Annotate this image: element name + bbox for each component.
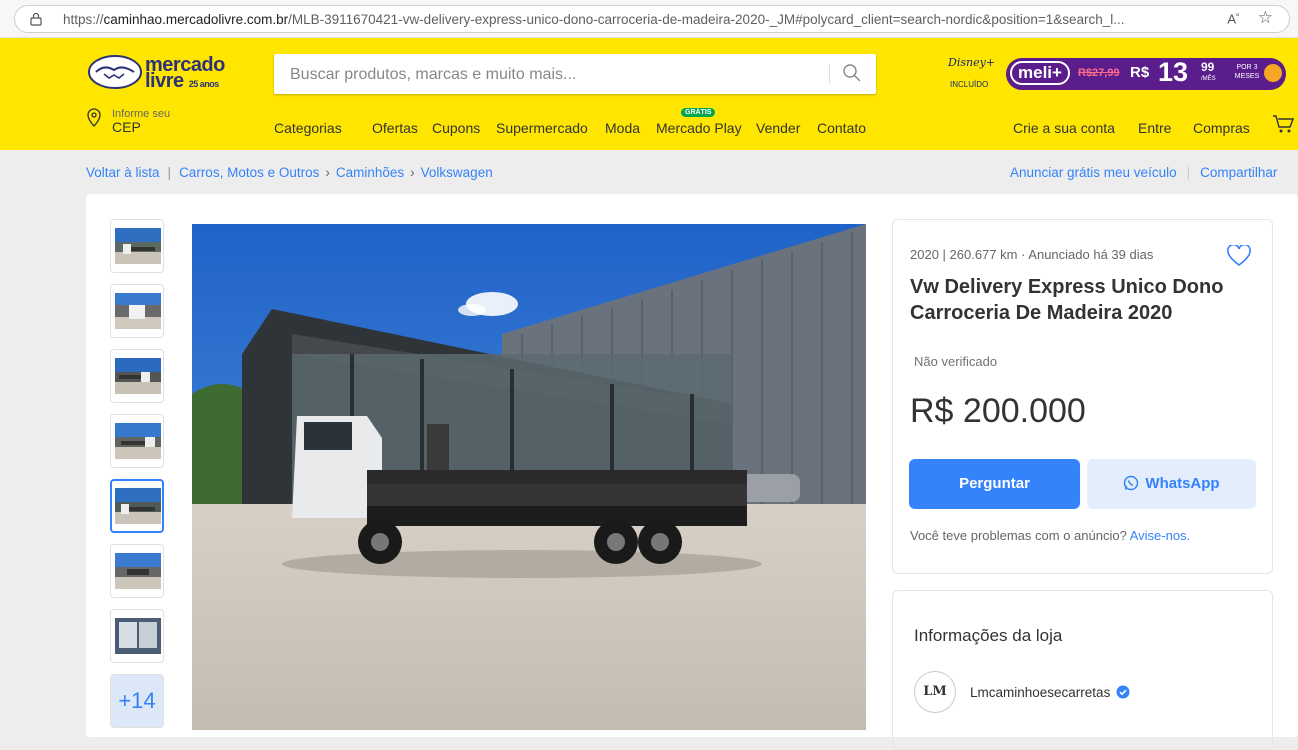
listing-title: Vw Delivery Express Unico Dono Carroceri… bbox=[910, 276, 1224, 324]
truck-thumbnail-image bbox=[115, 358, 161, 394]
main-product-image[interactable] bbox=[192, 224, 866, 730]
nav-moda[interactable]: Moda bbox=[605, 120, 640, 136]
login-link[interactable]: Entre bbox=[1138, 120, 1171, 136]
breadcrumb-item[interactable]: Caminhões bbox=[336, 165, 404, 180]
whatsapp-icon bbox=[1124, 475, 1139, 491]
breadcrumb-separator: | bbox=[167, 165, 172, 180]
mercado-livre-logo[interactable]: mercado livre 25 anos bbox=[88, 54, 228, 92]
whatsapp-label: WhatsApp bbox=[1145, 475, 1220, 492]
gallery-thumbnail[interactable] bbox=[110, 284, 164, 338]
coin-icon bbox=[1264, 64, 1282, 82]
promo-old-price: R$27,99 bbox=[1078, 67, 1120, 79]
report-problem-text: Você teve problemas com o anúncio? Avise… bbox=[910, 528, 1190, 543]
disney-included-label: INCLUÍDO bbox=[950, 80, 989, 89]
product-card: +14 2020 | 260.677 km · Anunciado há 39 … bbox=[86, 194, 1298, 750]
listing-price: R$ 200.000 bbox=[910, 392, 1086, 430]
listing-subtitle: 2020 | 260.677 km · Anunciado há 39 dias bbox=[910, 247, 1154, 262]
nav-contato[interactable]: Contato bbox=[817, 120, 866, 136]
chevron-down-icon: ⌵ bbox=[277, 120, 285, 131]
breadcrumb-actions: Anunciar grátis meu veículo | Compartilhar bbox=[1010, 165, 1277, 180]
gallery-thumbnail[interactable] bbox=[110, 219, 164, 273]
store-info-heading: Informações da loja bbox=[914, 626, 1063, 645]
promo-price-cents: 99 bbox=[1201, 60, 1215, 74]
gallery-thumbnail[interactable] bbox=[110, 414, 164, 468]
verification-status: Não verificado bbox=[914, 354, 998, 369]
handshake-logo-icon bbox=[88, 55, 142, 89]
purchases-link[interactable]: Compras bbox=[1193, 120, 1250, 136]
cart-icon[interactable] bbox=[1272, 114, 1294, 134]
create-account-link[interactable]: Crie a sua conta bbox=[1013, 120, 1115, 136]
promo-price: 13 bbox=[1158, 57, 1189, 87]
nav-ofertas[interactable]: Ofertas bbox=[372, 120, 418, 136]
promo-per-month: /MÊS bbox=[1201, 76, 1216, 82]
breadcrumb: Voltar à lista | Carros, Motos e Outros › Ca… bbox=[86, 165, 493, 180]
read-aloud-icon[interactable]: Aᵃ bbox=[1227, 11, 1239, 26]
search-bar bbox=[274, 54, 876, 94]
breadcrumb-chevron-icon: › bbox=[325, 165, 330, 180]
verified-badge-icon bbox=[1116, 685, 1130, 699]
location-pin-icon bbox=[87, 108, 101, 127]
promo-period: POR 3 MESES bbox=[1234, 64, 1260, 80]
disney-plus-logo[interactable]: Disney+ INCLUÍDO bbox=[944, 52, 1000, 94]
truck-thumbnail-image bbox=[115, 553, 161, 589]
breadcrumb-item[interactable]: Carros, Motos e Outros bbox=[179, 165, 319, 180]
nav-cupons[interactable]: Cupons bbox=[432, 120, 480, 136]
favorite-star-icon[interactable]: ☆ bbox=[1258, 8, 1273, 28]
truck-thumbnail-image bbox=[115, 618, 161, 654]
cep-location-button[interactable]: Informe seu CEP bbox=[86, 108, 206, 138]
gallery-thumbnail[interactable] bbox=[110, 349, 164, 403]
gallery-thumbnail[interactable] bbox=[110, 544, 164, 598]
meli-plus-promo-banner[interactable]: meli+ R$27,99 R$ 13 99 /MÊS POR 3 MESES bbox=[1006, 57, 1286, 90]
breadcrumb-item[interactable]: Volkswagen bbox=[421, 165, 493, 180]
search-icon[interactable] bbox=[842, 63, 862, 83]
report-problem-label: Você teve problemas com o anúncio? bbox=[910, 528, 1127, 543]
store-info-box: Informações da loja LM Lmcaminhoesecarre… bbox=[892, 590, 1273, 750]
search-divider bbox=[829, 64, 830, 84]
store-name: Lmcaminhoesecarretas bbox=[970, 685, 1111, 700]
disney-label: Disney+ bbox=[948, 56, 996, 69]
breadcrumb-separator: | bbox=[1186, 165, 1191, 180]
truck-thumbnail-image bbox=[115, 488, 161, 524]
gallery-thumbnail[interactable] bbox=[110, 609, 164, 663]
url-text: https://caminhao.mercadolivre.com.br/MLB… bbox=[63, 12, 1125, 27]
ask-question-button[interactable]: Perguntar bbox=[909, 459, 1080, 509]
site-header: mercado livre 25 anos Disney+ INCLUÍDO m… bbox=[0, 38, 1298, 150]
gallery-more-thumbnail[interactable]: +14 bbox=[110, 674, 164, 728]
sell-vehicle-link[interactable]: Anunciar grátis meu veículo bbox=[1010, 165, 1177, 180]
browser-address-bar: https://caminhao.mercadolivre.com.br/MLB… bbox=[0, 0, 1298, 38]
truck-thumbnail-image bbox=[115, 228, 161, 264]
nav-mercado-play[interactable]: Mercado Play bbox=[656, 120, 742, 136]
favorite-heart-icon[interactable] bbox=[1227, 245, 1251, 267]
meli-plus-badge: meli+ bbox=[1010, 61, 1070, 85]
promo-currency: R$ bbox=[1130, 64, 1150, 81]
store-avatar[interactable]: LM bbox=[914, 671, 956, 713]
report-problem-link[interactable]: Avise-nos. bbox=[1130, 528, 1190, 543]
gallery-thumbnail-active[interactable] bbox=[110, 479, 164, 533]
site-info-icon[interactable] bbox=[29, 12, 43, 26]
share-link[interactable]: Compartilhar bbox=[1200, 165, 1277, 180]
whatsapp-button[interactable]: WhatsApp bbox=[1087, 459, 1256, 509]
search-input[interactable] bbox=[288, 63, 812, 87]
store-name-link[interactable]: Lmcaminhoesecarretas bbox=[970, 685, 1130, 700]
back-to-list-link[interactable]: Voltar à lista bbox=[86, 165, 160, 180]
gratis-badge: GRÁTIS bbox=[681, 108, 716, 117]
truck-thumbnail-image bbox=[115, 423, 161, 459]
more-photos-count: +14 bbox=[111, 675, 163, 727]
breadcrumb-chevron-icon: › bbox=[410, 165, 415, 180]
url-field[interactable]: https://caminhao.mercadolivre.com.br/MLB… bbox=[14, 5, 1290, 33]
buy-box: 2020 | 260.677 km · Anunciado há 39 dias… bbox=[892, 219, 1273, 574]
cep-value: CEP bbox=[112, 119, 141, 135]
truck-thumbnail-image bbox=[115, 293, 161, 329]
nav-supermercado[interactable]: Supermercado bbox=[496, 120, 588, 136]
logo-text-livre: livre 25 anos bbox=[145, 70, 219, 92]
nav-vender[interactable]: Vender bbox=[756, 120, 800, 136]
